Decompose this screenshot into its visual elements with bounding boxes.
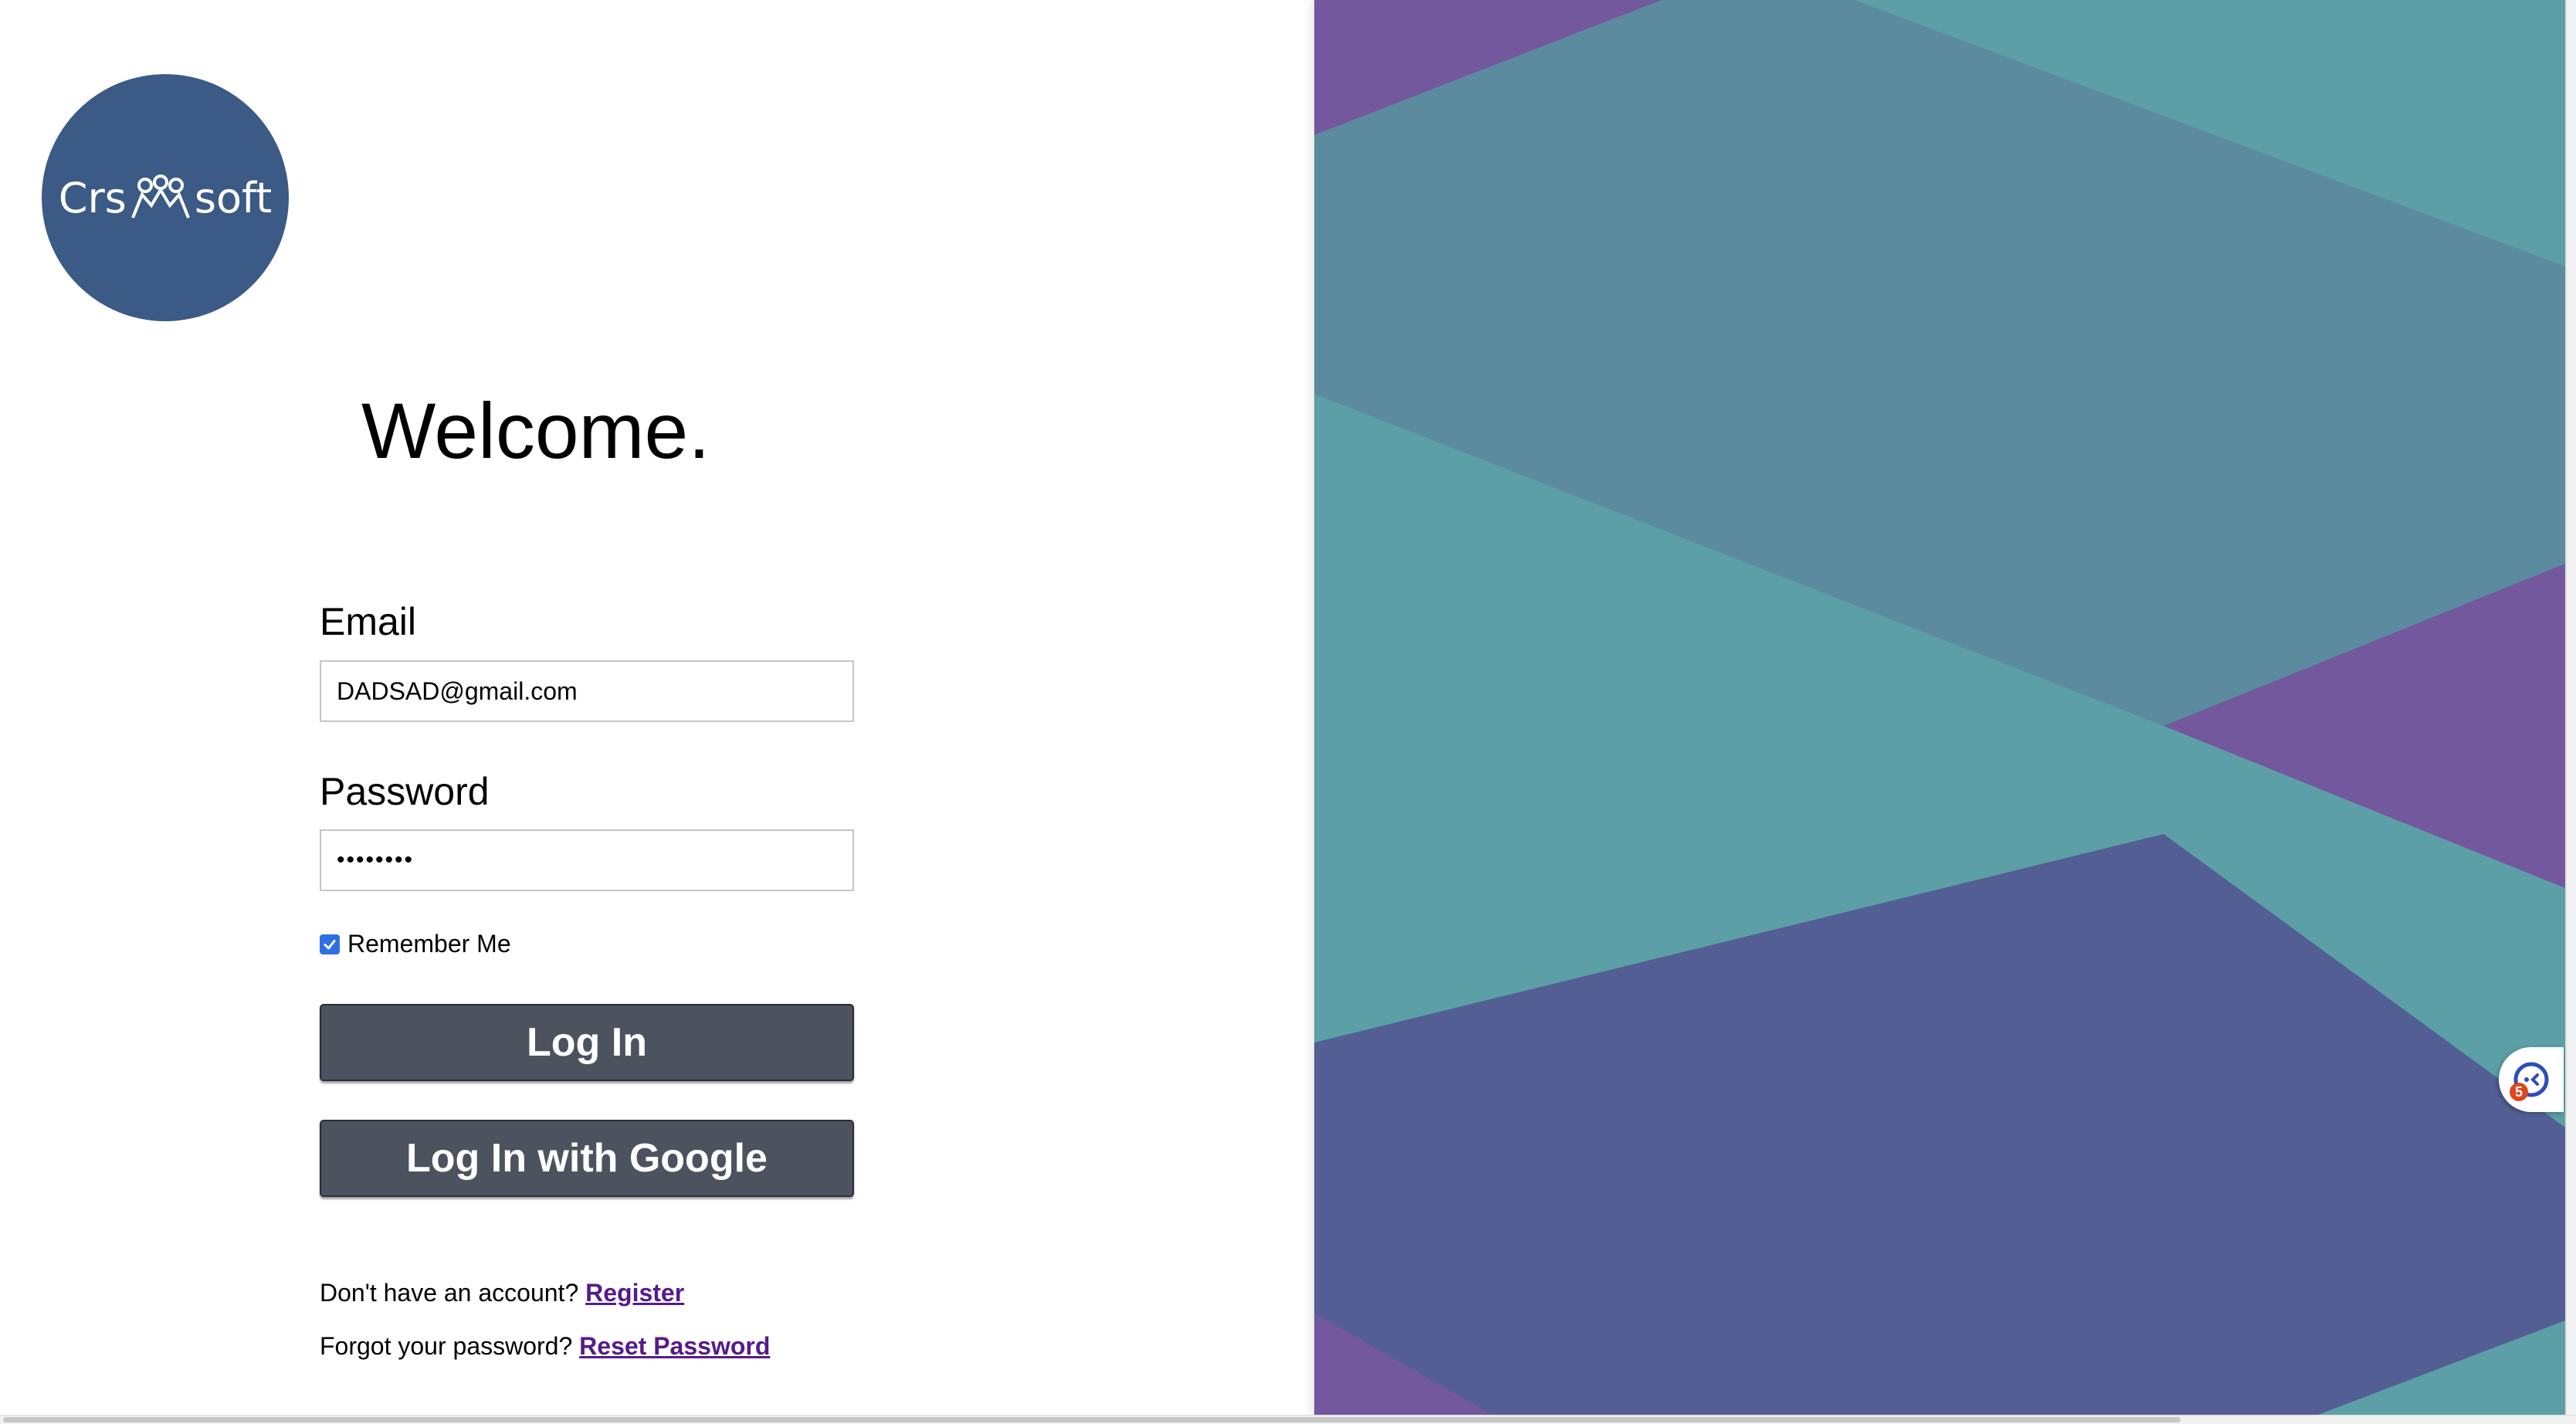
vertical-scrollbar[interactable] (2565, 0, 2576, 1424)
google-login-button[interactable]: Log In with Google (320, 1120, 854, 1197)
login-button[interactable]: Log In (320, 1004, 854, 1081)
register-prompt: Don't have an account? (320, 1279, 579, 1307)
reset-prompt-line: Forgot your password? Reset Password (320, 1332, 770, 1361)
remember-me-checkbox[interactable] (320, 934, 340, 954)
login-panel: Crs soft Welcome. Email Password (0, 0, 1314, 1415)
horizontal-scrollbar-thumb[interactable] (3, 1417, 2181, 1422)
email-field[interactable] (320, 660, 854, 722)
brand-logo-text: Crs soft (59, 174, 272, 222)
checkmark-icon (324, 939, 336, 949)
password-field[interactable] (320, 829, 854, 891)
register-link[interactable]: Register (585, 1279, 684, 1307)
people-group-icon (128, 175, 193, 221)
login-page: Crs soft Welcome. Email Password (0, 0, 2576, 1424)
reset-password-link[interactable]: Reset Password (579, 1332, 770, 1360)
chat-assistant-widget[interactable]: 5 (2499, 1047, 2564, 1112)
brand-logo: Crs soft (42, 74, 289, 321)
reset-prompt: Forgot your password? (320, 1332, 573, 1360)
brand-logo-text-right: soft (194, 173, 273, 222)
password-label: Password (320, 770, 490, 813)
horizontal-scrollbar[interactable] (0, 1415, 2576, 1424)
brand-logo-text-left: Crs (58, 173, 127, 222)
decorative-background-panel (1314, 0, 2565, 1415)
register-prompt-line: Don't have an account? Register (320, 1279, 684, 1307)
remember-me-row[interactable]: Remember Me (320, 930, 511, 958)
notification-badge: 5 (2510, 1083, 2528, 1101)
email-label: Email (320, 600, 417, 643)
geometric-pattern (1314, 0, 2565, 1415)
welcome-heading: Welcome. (361, 387, 710, 475)
remember-me-label: Remember Me (347, 930, 511, 958)
